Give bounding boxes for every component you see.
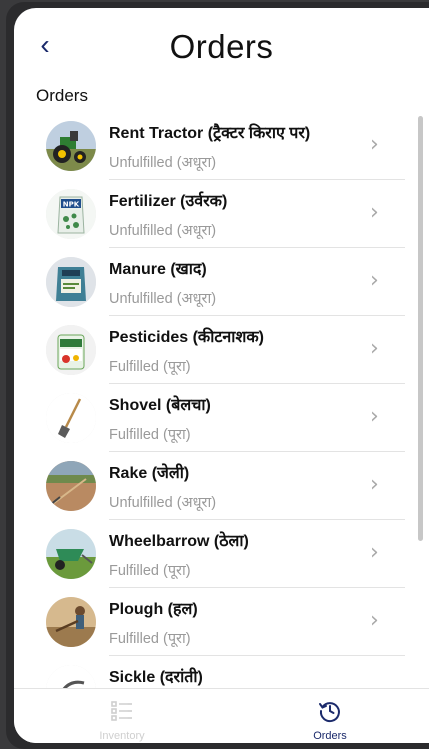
order-status: Fulfilled (पूरा) [109, 563, 191, 579]
order-row[interactable]: Shovel (बेलचा) Fulfilled (पूरा) › [14, 384, 429, 452]
order-row[interactable]: Sickle (दरांती) [14, 656, 429, 688]
order-status: Fulfilled (पूरा) [109, 359, 191, 375]
tractor-image [46, 121, 96, 171]
manure-image [46, 257, 96, 307]
order-row[interactable]: Rent Tractor (ट्रैक्टर किराए पर) Unfulfi… [14, 112, 429, 180]
plough-image [46, 597, 96, 647]
chevron-right-icon: › [370, 268, 379, 293]
top-bar: ‹ Orders [14, 8, 429, 88]
order-title: Rake (जेली) [109, 465, 190, 482]
order-title: Plough (हल) [109, 601, 198, 618]
order-title: Sickle (दरांती) [109, 669, 203, 686]
svg-text:NPK: NPK [63, 201, 80, 209]
list-icon [111, 701, 132, 721]
order-status: Unfulfilled (अधूरा) [109, 291, 217, 307]
order-title: Shovel (बेलचा) [109, 397, 211, 414]
order-status: Unfulfilled (अधूरा) [109, 155, 217, 171]
chevron-right-icon: › [370, 608, 379, 633]
tab-orders[interactable]: Orders [260, 689, 400, 743]
order-status: Unfulfilled (अधूरा) [109, 223, 217, 239]
order-title: Pesticides (कीटनाशक) [109, 329, 264, 346]
scrollbar[interactable] [418, 116, 423, 541]
order-row[interactable]: Manure (खाद) Unfulfilled (अधूरा) › [14, 248, 429, 316]
sickle-image [46, 665, 96, 688]
order-row[interactable]: Rake (जेली) Unfulfilled (अधूरा) › [14, 452, 429, 520]
order-row[interactable]: Plough (हल) Fulfilled (पूरा) › [14, 588, 429, 656]
page-title: Orders [169, 28, 274, 65]
fertilizer-image: NPK [46, 189, 96, 239]
orders-sheet: ‹ Orders Orders Rent Tractor (ट्रैक्टर क… [14, 8, 429, 743]
chevron-right-icon: › [370, 200, 379, 225]
orders-list[interactable]: Rent Tractor (ट्रैक्टर किराए पर) Unfulfi… [14, 112, 429, 688]
history-clock-icon [319, 702, 340, 723]
shovel-image [46, 393, 96, 443]
tab-inventory[interactable]: Inventory [52, 689, 192, 743]
chevron-right-icon: › [370, 404, 379, 429]
tab-bar: Inventory Orders [14, 688, 429, 743]
rake-image [46, 461, 96, 511]
order-status: Fulfilled (पूरा) [109, 631, 191, 647]
order-row[interactable]: Pesticides (कीटनाशक) Fulfilled (पूरा) › [14, 316, 429, 384]
order-status: Fulfilled (पूरा) [109, 427, 191, 443]
order-row[interactable]: NPK Fertilizer (उर्वरक) Unfulfilled (अधू… [14, 180, 429, 248]
chevron-right-icon: › [370, 132, 379, 157]
chevron-right-icon: › [370, 472, 379, 497]
tab-label: Inventory [99, 730, 145, 742]
order-row[interactable]: Wheelbarrow (ठेला) Fulfilled (पूरा) › [14, 520, 429, 588]
order-status: Unfulfilled (अधूरा) [109, 495, 217, 511]
order-title: Manure (खाद) [109, 261, 207, 278]
tab-label: Orders [313, 730, 347, 742]
order-title: Rent Tractor (ट्रैक्टर किराए पर) [109, 125, 311, 142]
order-title: Fertilizer (उर्वरक) [109, 193, 228, 210]
wheelbarrow-image [46, 529, 96, 579]
pesticide-image [46, 325, 96, 375]
chevron-right-icon: › [370, 336, 379, 361]
order-title: Wheelbarrow (ठेला) [109, 533, 249, 550]
chevron-right-icon: › [370, 540, 379, 565]
section-title: Orders [36, 86, 88, 105]
